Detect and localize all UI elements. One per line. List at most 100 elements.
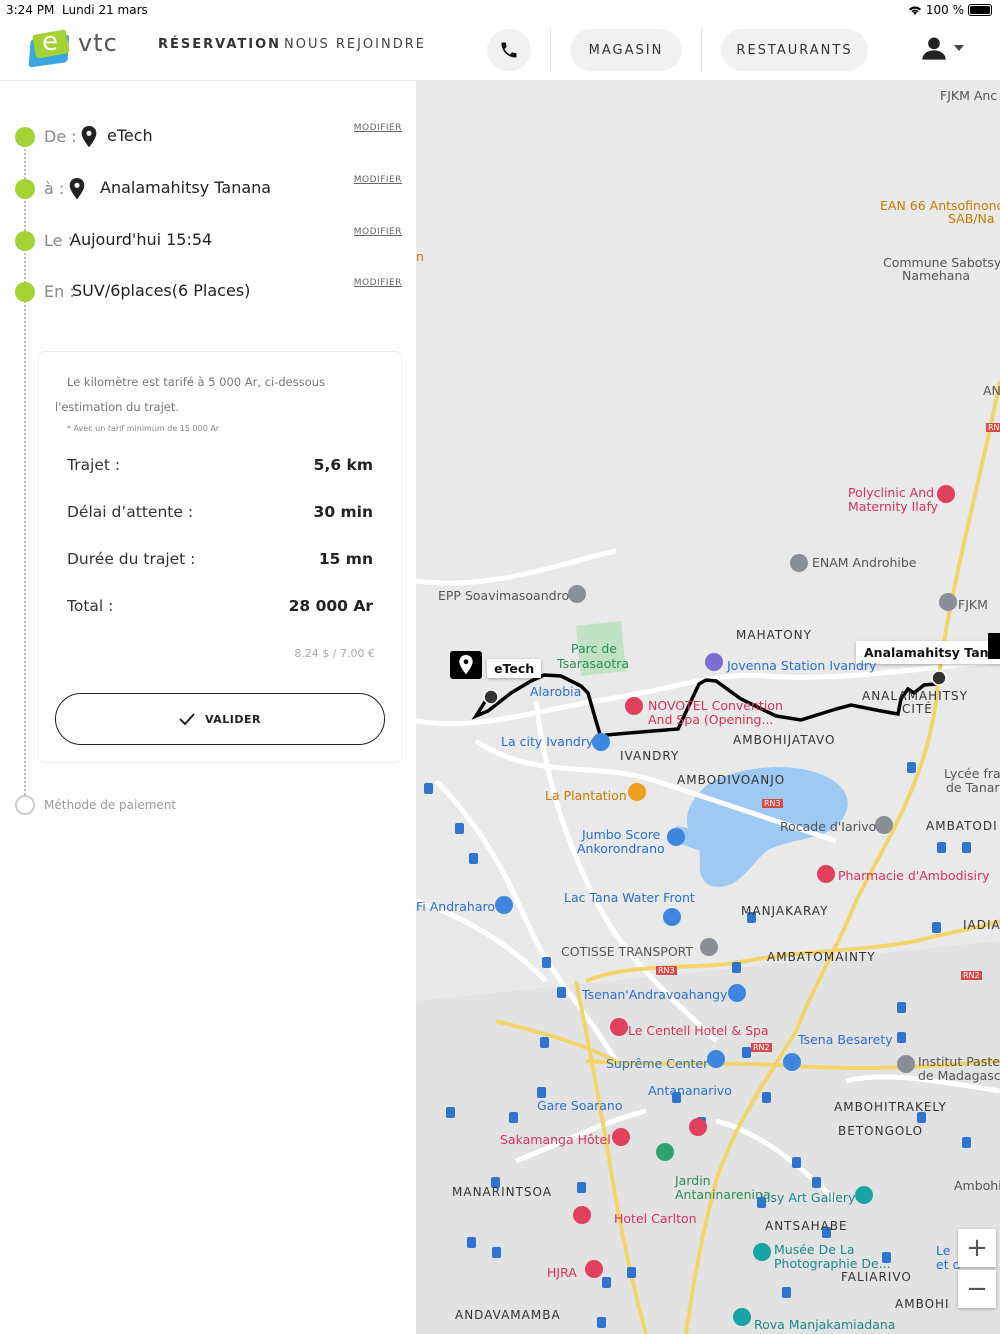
caret-down-icon	[954, 45, 964, 51]
map-label: Parc de	[571, 641, 617, 656]
estimate-row-wait: Délai d’attente : 30 min	[67, 503, 373, 521]
phone-icon	[501, 42, 517, 58]
map-label: La Plantation	[545, 788, 627, 803]
wifi-icon	[908, 6, 921, 15]
destination-marker	[931, 670, 947, 686]
location-pin-icon	[69, 178, 85, 200]
row-value: 5,6 km	[313, 456, 373, 474]
map-label: n	[416, 249, 424, 264]
payment-step-label[interactable]: Méthode de paiement	[44, 798, 176, 812]
origin-callout-icon-box	[450, 651, 482, 679]
map-label: Jumbo Score	[582, 827, 661, 842]
map-label: Institut Paste	[918, 1054, 1000, 1069]
header-divider	[701, 28, 702, 72]
user-menu[interactable]	[920, 32, 970, 66]
step-to-value: Analamahitsy Tanana	[100, 178, 272, 197]
row-value: 15 mn	[318, 550, 373, 568]
modify-vehicle-link[interactable]: MODIFIER	[354, 278, 402, 288]
battery-percent: 100 %	[925, 3, 964, 17]
map-label: Polyclinic And	[848, 485, 935, 500]
status-time: 3:24 PM	[6, 3, 55, 17]
booking-panel: De : eTech MODIFIER à : Analamahitsy Tan…	[0, 81, 416, 1334]
zoom-out-button[interactable]: −	[958, 1270, 996, 1308]
row-label: Durée du trajet :	[67, 550, 196, 568]
evtc-logo[interactable]: e vtc	[28, 27, 120, 71]
row-label: Trajet :	[67, 456, 121, 474]
zoom-in-button[interactable]: +	[958, 1229, 996, 1267]
destination-callout[interactable]: Analamahitsy Tanan	[856, 641, 1000, 664]
step-done-dot	[15, 127, 35, 147]
row-label: Délai d’attente :	[67, 503, 194, 521]
map-label: AMBOHIJATAVO	[733, 733, 836, 747]
map-label: ENAM Androhibe	[812, 555, 917, 570]
row-value: 28 000 Ar	[288, 597, 373, 615]
step-vehicle: En : SUV/6places(6 Places) MODIFIER	[0, 272, 416, 312]
map-label: Hotel Carlton	[614, 1211, 697, 1226]
map-label: MANARINTSOA	[452, 1185, 552, 1199]
modify-from-link[interactable]: MODIFIER	[354, 123, 402, 133]
map-label: RN3	[656, 966, 677, 975]
map-label: ANDAVAMAMBA	[455, 1308, 561, 1322]
map-label: Namehana	[902, 268, 971, 283]
map-label: ANTSAHABE	[765, 1219, 848, 1233]
step-from-label: De :	[44, 127, 77, 146]
row-value: 30 min	[313, 503, 373, 521]
map-label: AN	[983, 383, 1000, 398]
map-label: Suprême Center	[606, 1056, 709, 1071]
map-label: de Tanar	[946, 780, 1000, 795]
restaurants-button[interactable]: RESTAURANTS	[721, 29, 868, 71]
step-done-dot	[15, 231, 35, 251]
map-label: Ambohitsair	[954, 1178, 1000, 1193]
map-label: Tsenan'Andravoahangy	[582, 987, 728, 1002]
step-from-value: eTech	[107, 126, 153, 145]
nav-nous-rejoindre[interactable]: NOUS REJOINDRE	[284, 37, 426, 52]
map-label: Rocade d'Iarivo	[780, 819, 877, 834]
map-label: IVANDRY	[620, 749, 680, 763]
origin-callout[interactable]: eTech	[487, 659, 542, 678]
map-label: Le Centell Hotel & Spa	[628, 1023, 769, 1038]
map-label: Maternity Ilafy	[848, 499, 939, 514]
map-label: MAHATONY	[736, 628, 812, 642]
user-icon	[922, 37, 946, 60]
phone-button[interactable]	[487, 29, 531, 71]
map-label: MANJAKARAY	[741, 904, 829, 918]
estimate-row-distance: Trajet : 5,6 km	[67, 456, 373, 474]
destination-callout-icon-box	[988, 633, 1000, 659]
origin-marker	[483, 689, 499, 705]
map-label: AMBOHITRAKELY	[834, 1100, 947, 1114]
validate-label: VALIDER	[205, 712, 261, 726]
map-label: AMBOHI	[895, 1297, 950, 1311]
modify-date-link[interactable]: MODIFIER	[354, 227, 402, 237]
top-navigation: e vtc RÉSERVATION NOUS REJOINDRE MAGASIN…	[0, 20, 1000, 81]
step-date: Le : Aujourd'hui 15:54 MODIFIER	[0, 221, 416, 261]
map-label: Tsarasaotra	[557, 656, 630, 671]
row-label: Total :	[67, 597, 114, 615]
modify-to-link[interactable]: MODIFIER	[354, 175, 402, 185]
step-done-dot	[15, 282, 35, 302]
map-label: Antananarivo	[648, 1083, 732, 1098]
magasin-button[interactable]: MAGASIN	[570, 29, 682, 71]
nav-reservation[interactable]: RÉSERVATION	[158, 37, 281, 52]
map-label: COTISSE TRANSPORT	[561, 944, 694, 959]
map-label: Jardin	[675, 1173, 711, 1188]
map-label: RN2	[751, 1043, 772, 1052]
map-label: Fi Andraharo	[416, 899, 496, 914]
map-label: Sakamanga Hôtel	[500, 1132, 611, 1147]
map-label: La city Ivandry	[501, 734, 594, 749]
map-label: Pharmacie d'Ambodisiry	[838, 868, 990, 883]
step-done-dot	[15, 179, 35, 199]
validate-button[interactable]: VALIDER	[55, 693, 385, 745]
map-label: FALIARIVO	[841, 1270, 912, 1284]
map-label: BETONGOLO	[838, 1124, 924, 1138]
currency-conversion: 8.24 $ / 7.00 €	[294, 647, 375, 660]
map-label: de Madagasc	[918, 1068, 1000, 1083]
location-pin-icon	[81, 126, 97, 148]
map-label: RN2	[961, 971, 982, 980]
map-label: RN	[986, 423, 1000, 432]
step-vehicle-label: En :	[44, 282, 75, 301]
map-label: ANALAMAHITSY	[862, 689, 968, 703]
route-map[interactable]: eTech Analamahitsy Tanan FJKM Anc EAN 66 …	[416, 81, 1000, 1334]
map-label: Lycée fra	[944, 766, 1000, 781]
map-label: Alarobia	[530, 684, 582, 699]
map-label: SAB/Na	[948, 211, 995, 226]
